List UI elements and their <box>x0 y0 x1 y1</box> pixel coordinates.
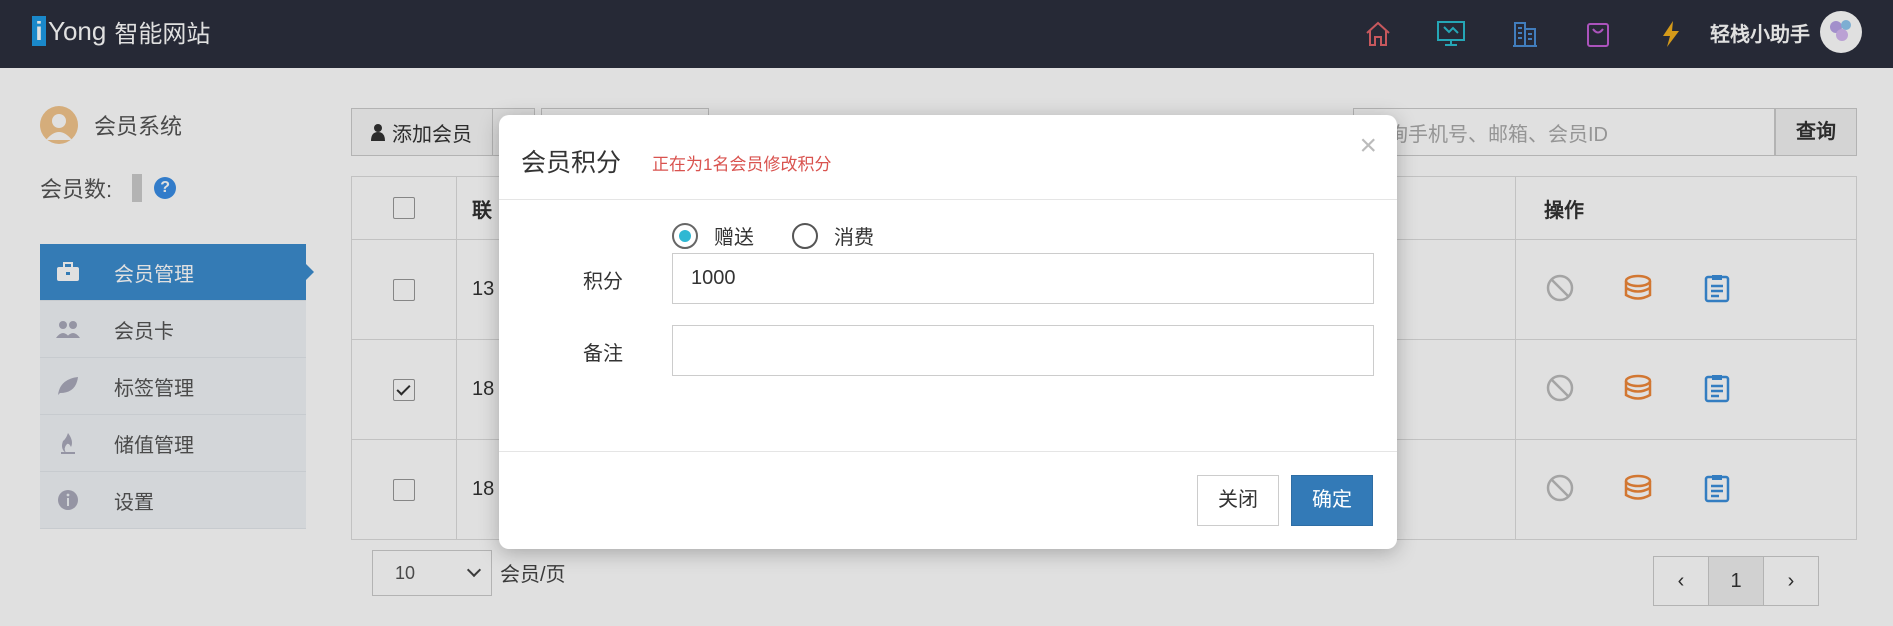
radio-consume-label[interactable]: 消费 <box>834 221 874 250</box>
modal-divider <box>499 451 1397 452</box>
modal-subtitle: 正在为1名会员修改积分 <box>652 155 832 174</box>
close-icon[interactable]: × <box>1359 129 1377 163</box>
modal-title: 会员积分 <box>521 149 622 177</box>
modal-header: 会员积分 正在为1名会员修改积分 × <box>499 115 1397 200</box>
radio-give-label[interactable]: 赠送 <box>714 221 754 250</box>
radio-consume[interactable] <box>792 222 818 249</box>
remark-input[interactable] <box>672 325 1374 376</box>
points-label: 积分 <box>583 271 623 293</box>
member-points-modal: 会员积分 正在为1名会员修改积分 × 赠送 消费 积分 1000 备注 关闭 确… <box>499 115 1397 549</box>
remark-label: 备注 <box>583 343 623 365</box>
radio-give[interactable] <box>672 222 698 249</box>
points-type-radio-group: 赠送 消费 <box>672 221 912 250</box>
points-input[interactable]: 1000 <box>672 253 1374 304</box>
confirm-button[interactable]: 确定 <box>1291 475 1373 526</box>
close-button[interactable]: 关闭 <box>1197 475 1279 526</box>
